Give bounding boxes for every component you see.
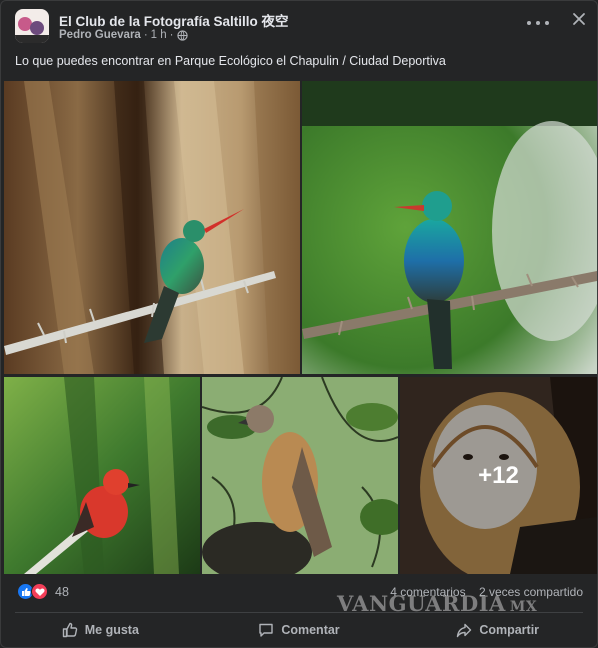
more-icon[interactable] (527, 15, 549, 31)
post-header: El Club de la Fotografía Saltillo 夜空 Ped… (15, 9, 587, 45)
like-button[interactable]: Me gusta (1, 615, 200, 645)
post-time-link[interactable]: 1 h (151, 29, 167, 41)
photo-hummingbird-green[interactable] (302, 81, 597, 374)
photo-hawk[interactable] (202, 377, 398, 574)
photo-barn-owl[interactable]: +12 (400, 377, 597, 574)
thumbs-up-icon (62, 622, 77, 638)
photo-hummingbird-reeds[interactable] (4, 81, 300, 374)
post-card: El Club de la Fotografía Saltillo 夜空 Ped… (0, 0, 598, 648)
globe-icon (176, 29, 188, 41)
stats-divider (15, 612, 583, 613)
meta-separator: · (169, 29, 174, 41)
author-name-link[interactable]: Pedro Guevara (59, 29, 141, 41)
post-actions: Me gusta Comentar Compartir (1, 615, 597, 645)
meta-separator: · (143, 29, 148, 41)
share-icon (457, 623, 472, 638)
reaction-count: 48 (55, 584, 69, 599)
more-photos-count[interactable]: +12 (400, 377, 597, 574)
reactions-summary[interactable]: 48 (17, 583, 69, 600)
love-reaction-icon (31, 583, 48, 600)
like-button-label: Me gusta (84, 623, 139, 637)
post-meta: Pedro Guevara · 1 h · (59, 29, 188, 41)
post-text: Lo que puedes encontrar en Parque Ecológ… (15, 54, 446, 68)
photo-vermilion-flycatcher[interactable] (4, 377, 200, 574)
close-icon[interactable] (571, 11, 587, 27)
comment-icon (259, 623, 274, 637)
group-avatar[interactable] (15, 9, 49, 43)
comment-button[interactable]: Comentar (200, 615, 399, 645)
share-button-label: Compartir (479, 623, 540, 637)
group-name-link[interactable]: El Club de la Fotografía Saltillo 夜空 (59, 10, 289, 30)
comment-button-label: Comentar (281, 623, 340, 637)
share-button[interactable]: Compartir (398, 615, 597, 645)
